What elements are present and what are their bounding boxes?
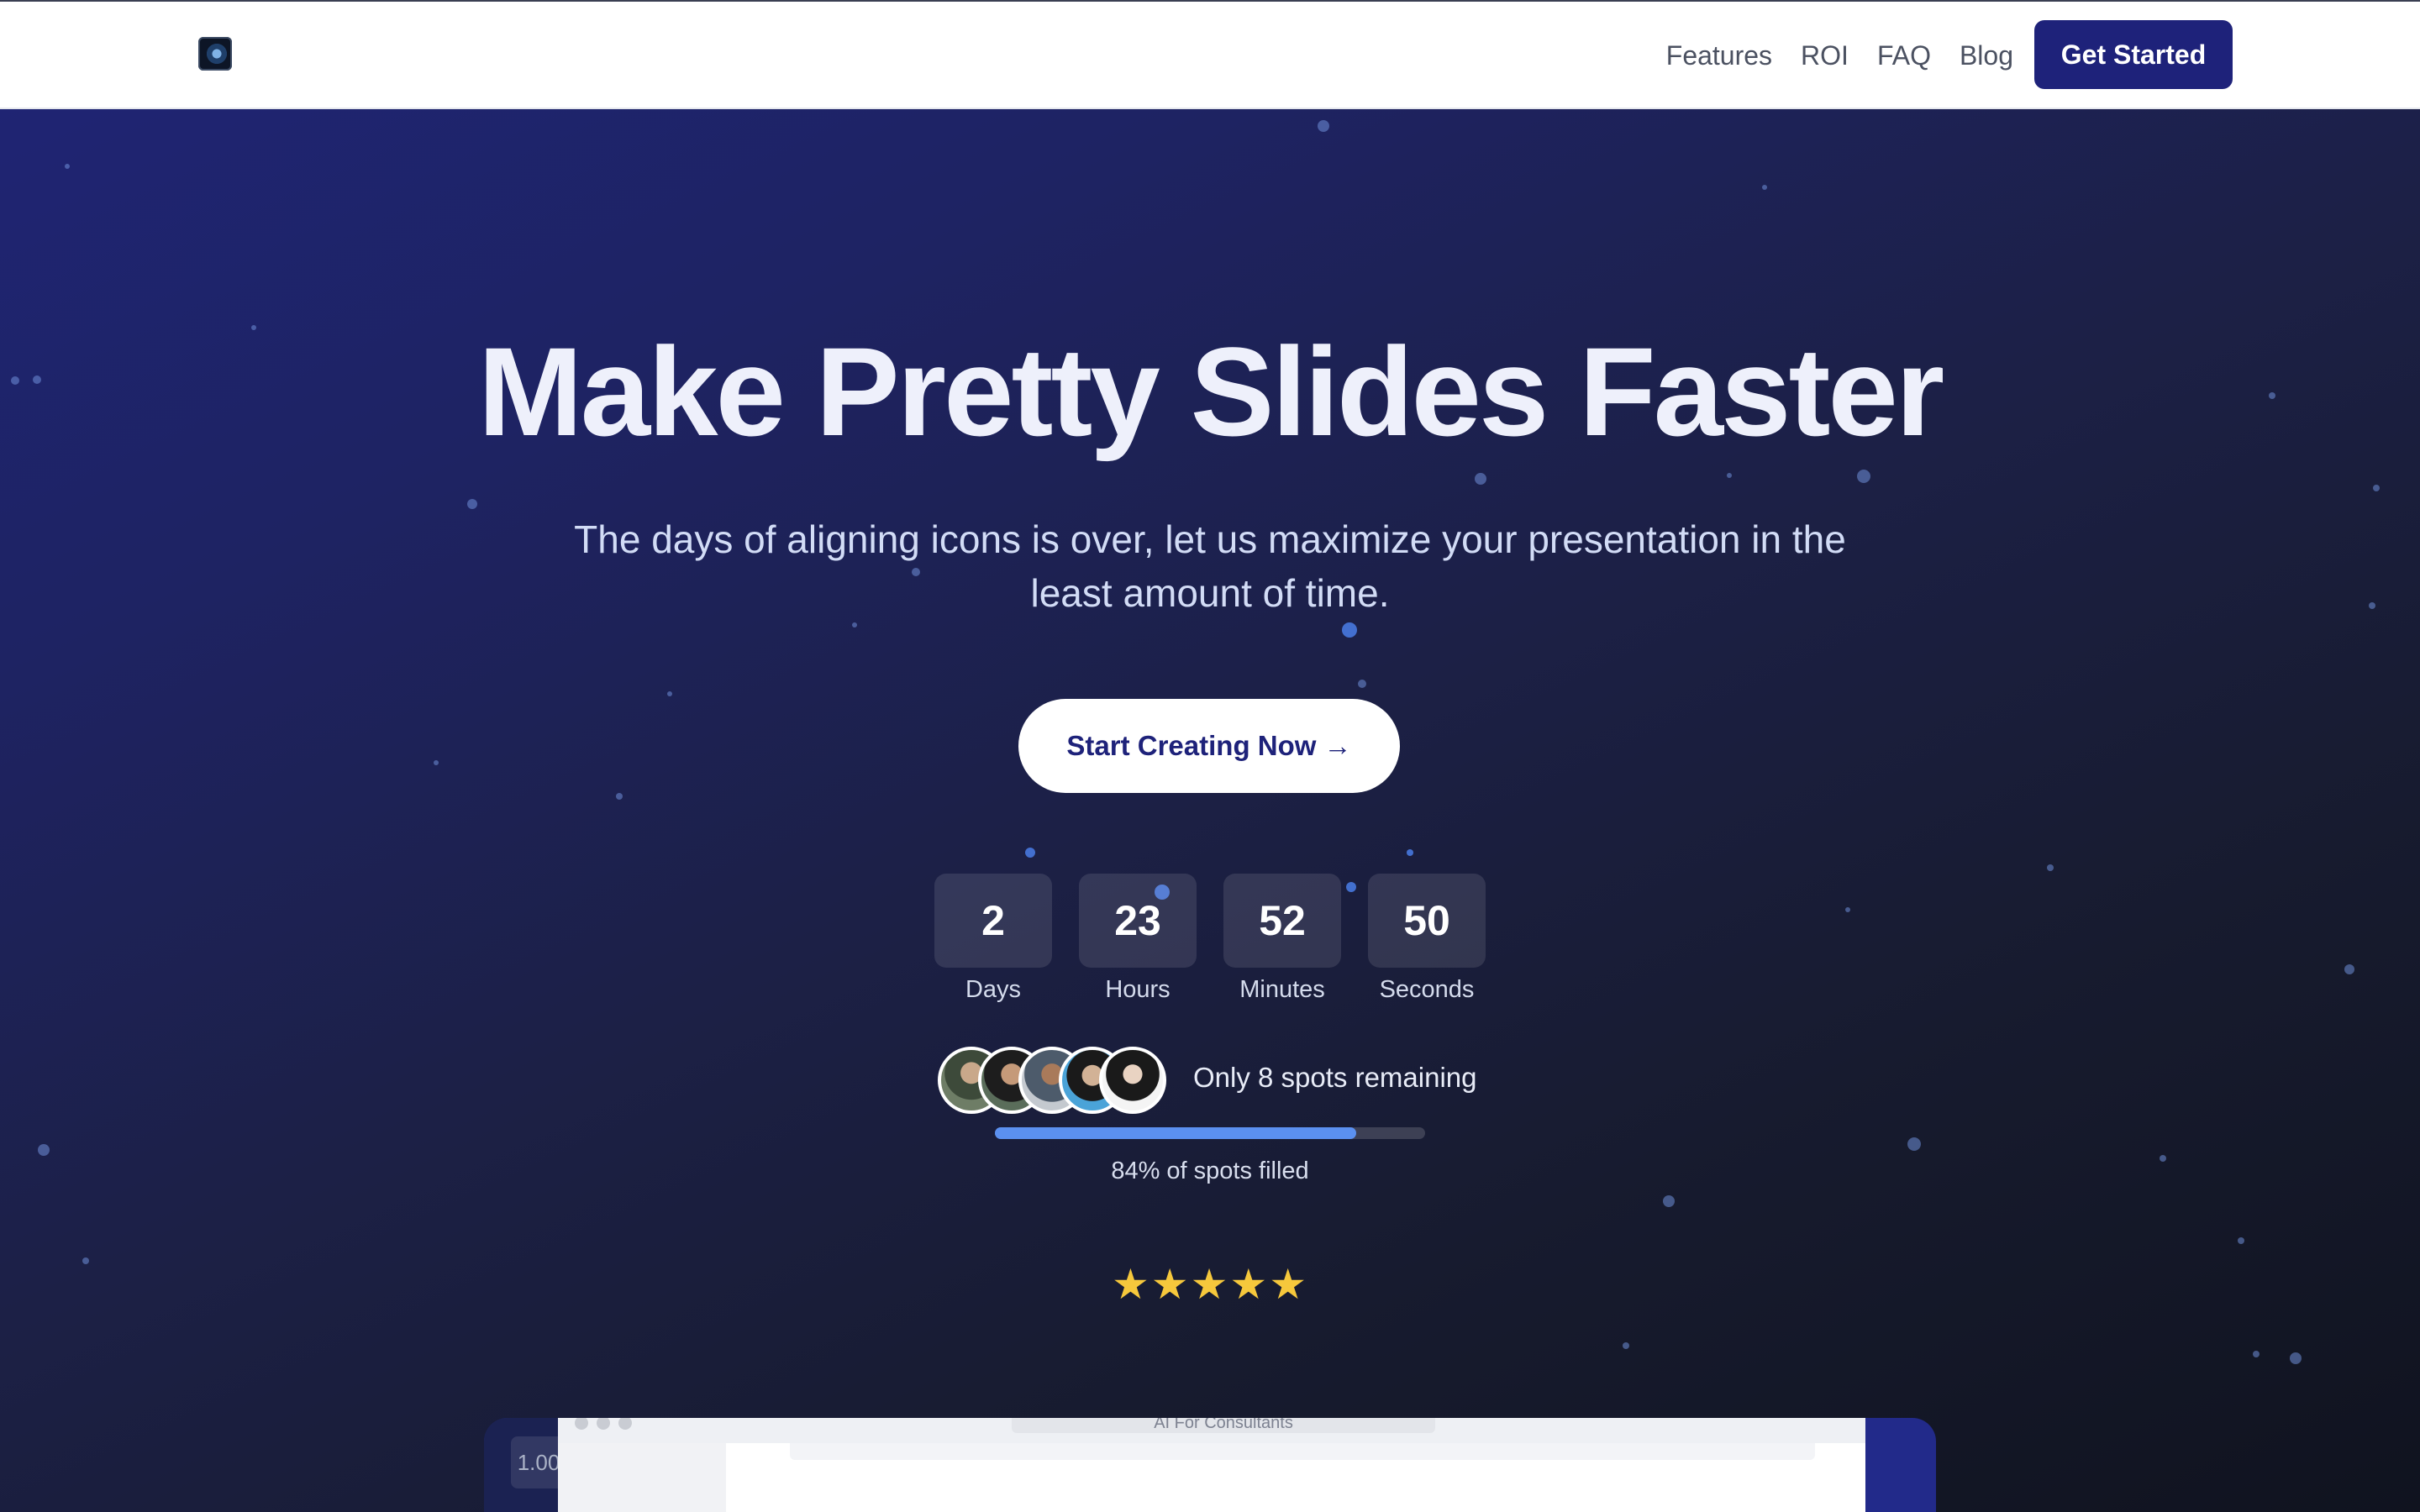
window-close-icon [575,1418,588,1430]
window-minimize-icon [597,1418,610,1430]
hero-subheadline: The days of aligning icons is over, let … [574,517,1846,615]
window-controls [575,1418,632,1430]
preview-window: AI For Consultants [558,1418,1865,1512]
preview-window-title: AI For Consultants [1012,1418,1435,1433]
countdown-hours: 23 Hours [1079,874,1197,1004]
get-started-button[interactable]: Get Started [2034,20,2233,89]
avatar [1099,1047,1166,1114]
nav-link-features[interactable]: Features [1666,40,1772,71]
nav-link-roi[interactable]: ROI [1801,40,1849,71]
countdown-timer: 2 Days 23 Hours 52 Minutes 50 Seconds [934,874,1486,1004]
countdown-days: 2 Days [934,874,1052,1004]
camera-lens-logo-icon[interactable] [198,37,232,71]
top-navbar: Features ROI FAQ Blog Get Started [0,2,2420,109]
countdown-days-value: 2 [934,874,1052,968]
countdown-minutes: 52 Minutes [1223,874,1341,1004]
preview-zoom-panel: 1.00 [484,1418,566,1512]
spots-progress-caption: 84% of spots filled [1111,1158,1309,1184]
rating-stars: ★★★★★ [1111,1261,1309,1308]
window-maximize-icon [618,1418,632,1430]
hero-section: Make Pretty Slides Faster The days of al… [0,109,2420,1512]
countdown-minutes-value: 52 [1223,874,1341,968]
nav-link-faq[interactable]: FAQ [1877,40,1931,71]
preview-sidebar [558,1443,726,1512]
nav-links: Features ROI FAQ Blog [1666,2,2013,109]
countdown-minutes-label: Minutes [1239,976,1325,1003]
spots-remaining-text: Only 8 spots remaining [1193,1062,1477,1093]
countdown-seconds-value: 50 [1368,874,1486,968]
start-creating-button[interactable]: Start Creating Now → [1018,699,1400,793]
hero-headline: Make Pretty Slides Faster [477,321,1945,462]
spots-progress-fill [995,1127,1357,1139]
spots-progress-bar [995,1127,1425,1139]
countdown-hours-value: 23 [1079,874,1197,968]
nav-link-blog[interactable]: Blog [1960,40,2013,71]
countdown-seconds: 50 Seconds [1368,874,1486,1004]
countdown-seconds-label: Seconds [1379,976,1475,1003]
app-preview: 1.00 AI For Consultants [484,1418,1936,1512]
countdown-days-label: Days [965,976,1022,1003]
preview-toolbar [790,1443,1815,1460]
countdown-hours-label: Hours [1105,976,1171,1003]
preview-document [726,1443,1865,1512]
